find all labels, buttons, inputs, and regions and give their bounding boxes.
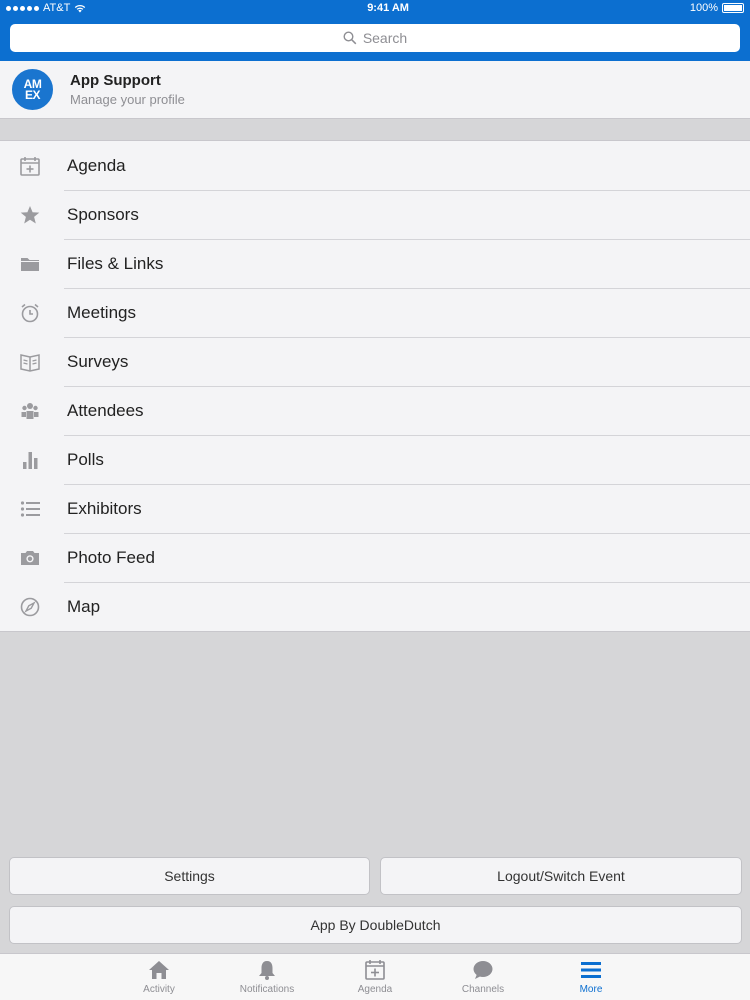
menu-icon: [581, 962, 601, 978]
home-icon: [149, 961, 169, 979]
alarm-clock-icon: [0, 302, 60, 324]
clock-label: 9:41 AM: [367, 2, 409, 14]
battery-icon: [722, 3, 744, 13]
menu-item-label: Polls: [67, 449, 104, 469]
status-right: 100%: [690, 2, 744, 14]
status-left: AT&T: [6, 2, 86, 14]
people-icon: [0, 400, 60, 422]
app-by-doubledutch-button[interactable]: App By DoubleDutch: [9, 906, 742, 944]
menu-item-label: Agenda: [67, 155, 126, 175]
carrier-label: AT&T: [43, 2, 71, 14]
menu-item-label: Files & Links: [67, 253, 164, 273]
search-placeholder: Search: [362, 30, 408, 46]
profile-texts: App Support Manage your profile: [70, 72, 185, 107]
menu-item-label: Exhibitors: [67, 498, 142, 518]
menu-item-photo-feed[interactable]: Photo Feed: [0, 533, 750, 582]
tab-label: Channels: [461, 984, 505, 995]
wifi-icon: [75, 4, 86, 12]
battery-label: 100%: [689, 2, 718, 14]
chat-bubble-icon: [473, 961, 493, 979]
list-icon: [0, 498, 60, 520]
bar-chart-icon: [0, 449, 60, 471]
camera-icon: [0, 547, 60, 569]
logout-button-label: Logout/Switch Event: [497, 868, 625, 884]
profile-row[interactable]: AM EX App Support Manage your profile: [0, 61, 750, 119]
compass-icon: [0, 596, 60, 618]
search-icon: [343, 31, 357, 45]
app-by-label: App By DoubleDutch: [310, 917, 441, 933]
settings-button[interactable]: Settings: [9, 857, 370, 895]
menu-item-files-links[interactable]: Files & Links: [0, 239, 750, 288]
menu-item-label: Attendees: [67, 400, 144, 420]
profile-subtitle: Manage your profile: [70, 92, 185, 107]
tab-label: Agenda: [357, 984, 393, 995]
more-menu-list: Agenda Sponsors Files & Links Meetings S…: [0, 140, 750, 632]
menu-item-sponsors[interactable]: Sponsors: [0, 190, 750, 239]
amex-logo: AM EX: [12, 69, 53, 110]
star-icon: [0, 204, 60, 226]
menu-item-label: Sponsors: [67, 204, 139, 224]
folder-icon: [0, 253, 60, 275]
menu-item-exhibitors[interactable]: Exhibitors: [0, 484, 750, 533]
status-bar: AT&T 9:41 AM 100%: [0, 0, 750, 16]
tab-activity[interactable]: Activity: [105, 954, 213, 1000]
tab-channels[interactable]: Channels: [429, 954, 537, 1000]
calendar-icon: [365, 960, 385, 980]
menu-item-label: Meetings: [67, 302, 136, 322]
menu-item-label: Photo Feed: [67, 547, 155, 567]
profile-name: App Support: [70, 72, 161, 89]
tab-label: More: [579, 984, 603, 995]
logo-text-bottom: EX: [24, 87, 41, 102]
menu-item-map[interactable]: Map: [0, 582, 750, 631]
logout-switch-event-button[interactable]: Logout/Switch Event: [380, 857, 742, 895]
search-bar-container: Search: [0, 16, 750, 61]
tab-label: Activity: [143, 984, 175, 995]
tab-label: Notifications: [239, 984, 295, 995]
menu-item-polls[interactable]: Polls: [0, 435, 750, 484]
menu-item-meetings[interactable]: Meetings: [0, 288, 750, 337]
tab-agenda[interactable]: Agenda: [321, 954, 429, 1000]
tab-notifications[interactable]: Notifications: [213, 954, 321, 1000]
menu-item-agenda[interactable]: Agenda: [0, 141, 750, 190]
menu-item-label: Surveys: [67, 351, 129, 371]
search-input[interactable]: Search: [10, 24, 740, 52]
bell-icon: [259, 961, 275, 980]
menu-item-attendees[interactable]: Attendees: [0, 386, 750, 435]
settings-button-label: Settings: [164, 868, 215, 884]
tab-bar: Activity Notifications Agenda Channels M…: [0, 953, 750, 1000]
book-icon: [0, 351, 60, 373]
tab-more[interactable]: More: [537, 954, 645, 1000]
signal-icon: [6, 5, 39, 11]
menu-item-label: Map: [67, 596, 101, 616]
menu-item-surveys[interactable]: Surveys: [0, 337, 750, 386]
calendar-icon: [0, 155, 60, 177]
